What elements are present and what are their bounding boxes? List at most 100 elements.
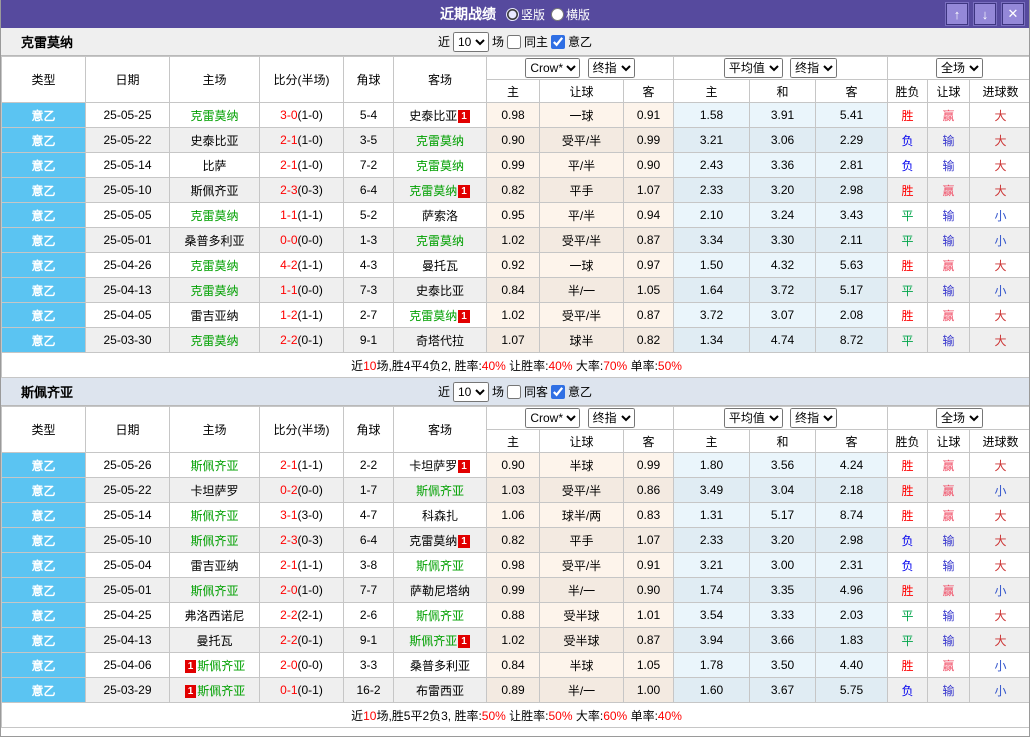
col-header-corners: 角球 <box>344 57 394 103</box>
handicap-result-cell: 输 <box>928 603 970 628</box>
avg-time-select[interactable]: 终指 <box>790 408 837 428</box>
red-card-badge: 1 <box>458 460 470 473</box>
result-cell: 胜 <box>888 178 928 203</box>
handicap-result-cell: 赢 <box>928 478 970 503</box>
avg-source-select[interactable]: 平均值 <box>724 58 783 78</box>
sub-header-odds-away: 客 <box>624 430 674 453</box>
score-cell: 2-2(2-1) <box>260 603 344 628</box>
avg-draw-cell: 3.00 <box>750 553 816 578</box>
matches-table-spezia: 类型 日期 主场 比分(半场) 角球 客场 Crow* 终指 平均值 终指 全场 <box>1 406 1030 728</box>
score-cell: 2-3(0-3) <box>260 178 344 203</box>
away-team-cell: 斯佩齐亚 <box>394 553 487 578</box>
avg-draw-cell: 3.91 <box>750 103 816 128</box>
result-text: 赢 <box>943 459 955 473</box>
away-team-cell: 克雷莫纳 <box>394 128 487 153</box>
league-cell: 意乙 <box>2 228 86 253</box>
match-row: 意乙25-03-291斯佩齐亚0-1(0-1)16-2布雷西亚0.89半/一1.… <box>2 678 1030 703</box>
score-cell: 0-0(0-0) <box>260 228 344 253</box>
result-cell: 胜 <box>888 653 928 678</box>
handicap-cell: 平/半 <box>540 203 624 228</box>
corner-cell: 9-1 <box>344 628 394 653</box>
avg-away-cell: 4.24 <box>816 453 888 478</box>
same-home-checkbox[interactable] <box>507 35 521 49</box>
horizontal-radio[interactable] <box>551 8 564 21</box>
team-name: 克雷莫纳 <box>416 134 464 148</box>
red-card-badge: 1 <box>458 310 470 323</box>
handicap-cell: 受平/半 <box>540 128 624 153</box>
team-name: 斯佩齐亚 <box>416 484 464 498</box>
same-away-checkbox[interactable] <box>507 385 521 399</box>
corner-cell: 5-4 <box>344 103 394 128</box>
result-cell: 负 <box>888 553 928 578</box>
result-text: 大 <box>995 634 1007 648</box>
date-cell: 25-05-04 <box>86 553 170 578</box>
league-cell: 意乙 <box>2 528 86 553</box>
avg-draw-cell: 3.72 <box>750 278 816 303</box>
match-count-select[interactable]: 10 <box>453 32 489 52</box>
avg-draw-cell: 3.04 <box>750 478 816 503</box>
avg-time-select[interactable]: 终指 <box>790 58 837 78</box>
col-header-home: 主场 <box>170 407 260 453</box>
scope-select[interactable]: 全场 <box>936 408 983 428</box>
layout-horizontal-option[interactable]: 横版 <box>551 6 590 23</box>
match-row: 意乙25-05-01斯佩齐亚2-0(1-0)7-7萨勒尼塔纳0.99半/一0.9… <box>2 578 1030 603</box>
result-text: 胜 <box>902 659 914 673</box>
league-filter-checkbox[interactable] <box>551 385 565 399</box>
odds-time-select[interactable]: 终指 <box>588 408 635 428</box>
recent-results-window: 近期战绩 竖版 横版 ↑ ↓ ✕ 克雷莫纳 近 10 场 同主 意乙 <box>0 0 1030 737</box>
home-team-cell: 克雷莫纳 <box>170 278 260 303</box>
home-odds-cell: 0.99 <box>487 578 540 603</box>
team-name: 克雷莫纳 <box>190 209 238 223</box>
match-count-select[interactable]: 10 <box>453 382 489 402</box>
avg-away-cell: 2.11 <box>816 228 888 253</box>
date-cell: 25-03-30 <box>86 328 170 353</box>
close-button[interactable]: ✕ <box>1002 3 1024 25</box>
away-team-cell: 萨勒尼塔纳 <box>394 578 487 603</box>
layout-vertical-option[interactable]: 竖版 <box>506 6 545 23</box>
home-team-cell: 克雷莫纳 <box>170 253 260 278</box>
team-name: 斯佩齐亚 <box>190 459 238 473</box>
odds-source-select[interactable]: Crow* <box>525 58 580 78</box>
team-name: 桑普多利亚 <box>410 659 470 673</box>
scope-select[interactable]: 全场 <box>936 58 983 78</box>
odds-time-select[interactable]: 终指 <box>588 58 635 78</box>
team-name: 弗洛西诺尼 <box>184 609 244 623</box>
away-odds-cell: 1.05 <box>624 653 674 678</box>
avg-home-cell: 3.49 <box>674 478 750 503</box>
home-odds-cell: 0.88 <box>487 603 540 628</box>
result-text: 大 <box>995 509 1007 523</box>
move-up-button[interactable]: ↑ <box>946 3 968 25</box>
team-name: 克雷莫纳 <box>190 334 238 348</box>
match-row: 意乙25-05-25克雷莫纳3-0(1-0)5-4史泰比亚10.98一球0.91… <box>2 103 1030 128</box>
home-team-cell: 斯佩齐亚 <box>170 503 260 528</box>
handicap-cell: 半/一 <box>540 278 624 303</box>
avg-group-header: 平均值 终指 <box>674 57 888 80</box>
sub-header-handicap-result: 让球 <box>928 80 970 103</box>
col-header-type: 类型 <box>2 407 86 453</box>
corner-cell: 4-7 <box>344 503 394 528</box>
result-text: 赢 <box>943 484 955 498</box>
odds-source-select[interactable]: Crow* <box>525 408 580 428</box>
team-name: 克雷莫纳 <box>190 259 238 273</box>
league-filter-checkbox[interactable] <box>551 35 565 49</box>
col-header-score: 比分(半场) <box>260 57 344 103</box>
summary-row: 近10场,胜4平4负2, 胜率:40% 让胜率:40% 大率:70% 单率:50… <box>2 353 1030 378</box>
avg-home-cell: 3.21 <box>674 553 750 578</box>
match-row: 意乙25-05-14比萨2-1(1-0)7-2克雷莫纳0.99平/半0.902.… <box>2 153 1030 178</box>
league-cell: 意乙 <box>2 653 86 678</box>
away-odds-cell: 0.83 <box>624 503 674 528</box>
home-team-cell: 卡坦萨罗 <box>170 478 260 503</box>
team-name: 斯佩齐亚 <box>416 559 464 573</box>
avg-draw-cell: 3.24 <box>750 203 816 228</box>
match-row: 意乙25-04-061斯佩齐亚2-0(0-0)3-3桑普多利亚0.84半球1.0… <box>2 653 1030 678</box>
move-down-button[interactable]: ↓ <box>974 3 996 25</box>
vertical-radio[interactable] <box>506 8 519 21</box>
match-row: 意乙25-05-04雷吉亚纳2-1(1-1)3-8斯佩齐亚0.98受平/半0.9… <box>2 553 1030 578</box>
avg-source-select[interactable]: 平均值 <box>724 408 783 428</box>
handicap-cell: 半/一 <box>540 678 624 703</box>
vertical-radio-label: 竖版 <box>521 6 545 23</box>
red-card-badge: 1 <box>458 535 470 548</box>
team-name: 布雷西亚 <box>416 684 464 698</box>
sub-header-avg-home: 主 <box>674 430 750 453</box>
date-cell: 25-04-13 <box>86 278 170 303</box>
